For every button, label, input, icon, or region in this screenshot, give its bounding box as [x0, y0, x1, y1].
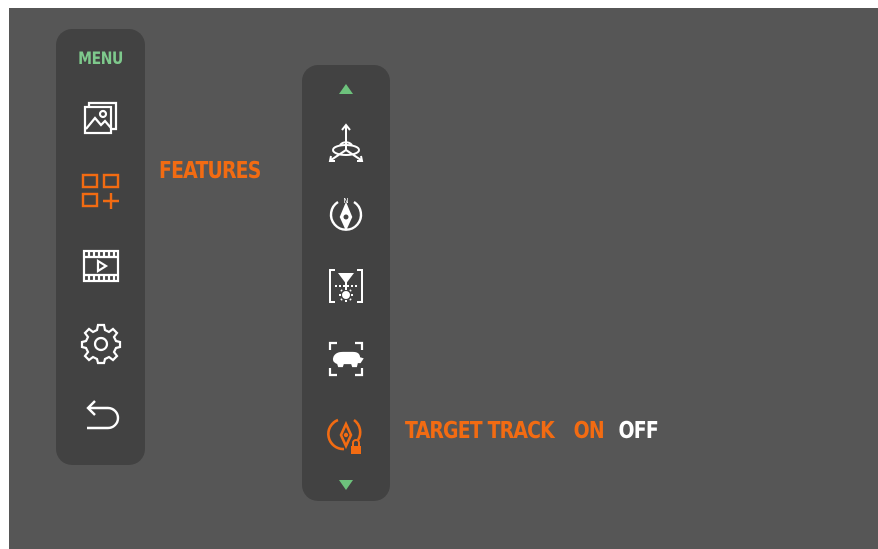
video-icon — [82, 249, 120, 283]
axis-gyroscope-icon — [328, 123, 364, 162]
feature-item-target-track[interactable] — [322, 410, 370, 458]
menu-item-settings[interactable] — [78, 319, 124, 365]
option-on[interactable]: ON — [574, 418, 605, 444]
feature-item-focus-brightness[interactable] — [322, 262, 370, 310]
features-grid-plus-icon — [81, 173, 120, 209]
menu-item-gallery[interactable] — [78, 95, 124, 141]
target-track-label: TARGET TRACK — [405, 418, 555, 444]
feature-item-axis[interactable] — [322, 120, 370, 168]
compass-icon: N — [329, 197, 363, 231]
target-track-row: TARGET TRACK ON OFF — [405, 418, 659, 444]
svg-text:N: N — [343, 197, 348, 205]
menu-title: MENU — [78, 49, 123, 69]
option-off[interactable]: OFF — [619, 418, 659, 444]
animal-detect-icon — [328, 341, 364, 377]
menu-item-back[interactable] — [78, 391, 124, 437]
scroll-down-button[interactable] — [338, 479, 354, 491]
feature-item-animal-detect[interactable] — [322, 335, 370, 383]
triangle-up-icon — [339, 84, 353, 94]
menu-item-features[interactable] — [78, 169, 124, 215]
target-track-lock-icon — [327, 418, 362, 454]
features-label: FEATURES — [159, 158, 261, 184]
triangle-down-icon — [339, 480, 353, 490]
gallery-icon — [83, 101, 118, 135]
device-screen: MENU FEATURES N TARGET TRACK ON OFF — [9, 8, 878, 549]
main-menu-panel: MENU — [56, 29, 145, 465]
feature-item-compass[interactable]: N — [322, 191, 370, 239]
scroll-up-button[interactable] — [338, 83, 354, 95]
back-arrow-icon — [86, 400, 120, 430]
features-panel: N — [302, 65, 390, 501]
gear-icon — [80, 323, 122, 365]
focus-brightness-icon — [329, 269, 363, 303]
menu-item-video[interactable] — [78, 243, 124, 289]
